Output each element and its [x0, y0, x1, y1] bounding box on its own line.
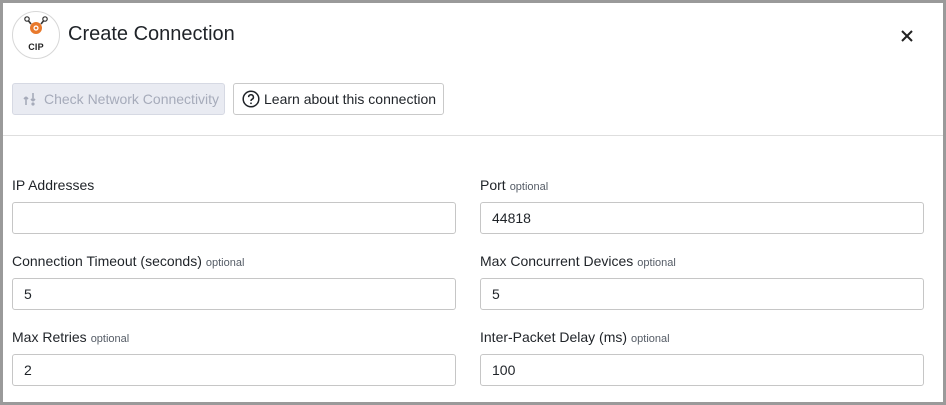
field-label: Max Concurrent Devices optional	[480, 252, 924, 270]
field-label-text: Max Retries	[12, 329, 87, 345]
max-retries-input[interactable]	[12, 354, 456, 386]
field-label: Port optional	[480, 176, 924, 194]
close-icon	[901, 30, 913, 42]
field-label-text: IP Addresses	[12, 177, 95, 193]
field-label: IP Addresses	[12, 176, 456, 194]
learn-about-connection-button[interactable]: Learn about this connection	[233, 83, 444, 115]
help-circle-icon	[242, 90, 260, 108]
learn-label: Learn about this connection	[264, 91, 437, 107]
field-inter-packet-delay: Inter-Packet Delay (ms) optional	[480, 328, 924, 386]
dialog-title: Create Connection	[68, 23, 235, 45]
cip-logo-icon	[24, 16, 48, 34]
port-input[interactable]	[480, 202, 924, 234]
dialog: CIP Create Connection Check Network Conn…	[0, 0, 946, 405]
optional-tag: optional	[90, 333, 130, 345]
check-network-connectivity-button[interactable]: Check Network Connectivity	[12, 83, 225, 115]
field-label: Connection Timeout (seconds) optional	[12, 252, 456, 270]
optional-tag: optional	[205, 257, 245, 269]
optional-tag: optional	[509, 181, 549, 193]
inter-packet-delay-input[interactable]	[480, 354, 924, 386]
field-ip-addresses: IP Addresses	[12, 176, 456, 234]
field-label-text: Inter-Packet Delay (ms)	[480, 329, 628, 345]
field-label: Inter-Packet Delay (ms) optional	[480, 328, 924, 346]
field-label-text: Port	[480, 177, 506, 193]
field-max-retries: Max Retries optional	[12, 328, 456, 386]
field-label-text: Connection Timeout (seconds)	[12, 253, 202, 269]
field-connection-timeout: Connection Timeout (seconds) optional	[12, 252, 456, 310]
divider	[3, 135, 943, 136]
check-network-label: Check Network Connectivity	[44, 91, 220, 107]
ip-addresses-input[interactable]	[12, 202, 456, 234]
field-label: Max Retries optional	[12, 328, 456, 346]
cip-logo: CIP	[12, 11, 60, 59]
field-label-text: Max Concurrent Devices	[480, 253, 634, 269]
max-concurrent-devices-input[interactable]	[480, 278, 924, 310]
optional-tag: optional	[637, 257, 676, 269]
field-max-concurrent-devices: Max Concurrent Devices optional	[480, 252, 924, 310]
network-check-icon	[23, 93, 36, 106]
logo-text: CIP	[28, 42, 44, 52]
field-port: Port optional	[480, 176, 924, 234]
dialog-header: CIP Create Connection	[3, 3, 943, 69]
close-button[interactable]	[896, 25, 918, 47]
optional-tag: optional	[631, 333, 670, 345]
connection-timeout-input[interactable]	[12, 278, 456, 310]
